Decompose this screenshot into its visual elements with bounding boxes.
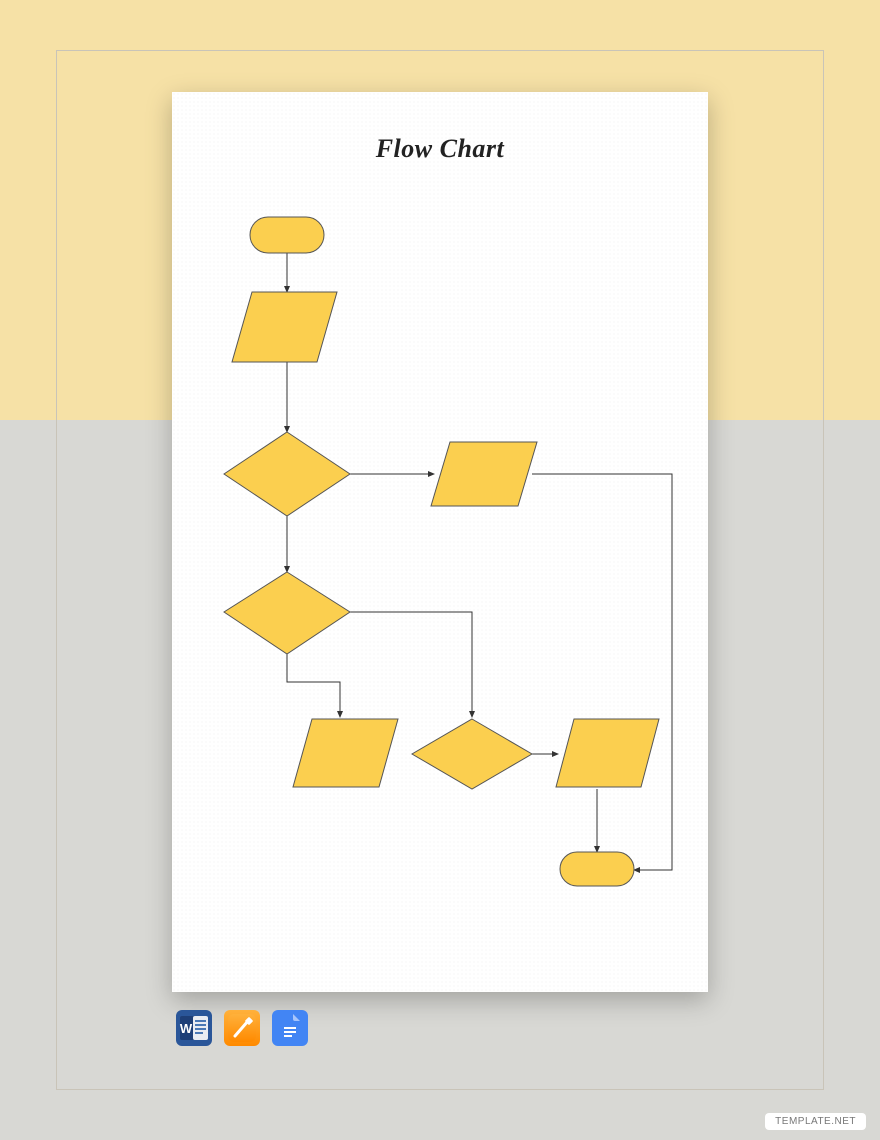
connector [350, 612, 472, 717]
connector [287, 654, 340, 717]
watermark: TEMPLATE.NET [765, 1113, 866, 1130]
format-icons-row: W [176, 1010, 308, 1046]
node-parallelogram [232, 292, 337, 362]
node-decision [224, 572, 350, 654]
node-decision [224, 432, 350, 516]
node-parallelogram [293, 719, 398, 787]
document-page: Flow Chart [172, 92, 708, 992]
pages-icon [224, 1010, 260, 1046]
connector [532, 474, 672, 870]
node-terminator-start [250, 217, 324, 253]
node-parallelogram [556, 719, 659, 787]
svg-text:W: W [180, 1021, 193, 1036]
node-parallelogram [431, 442, 537, 506]
flowchart-diagram [172, 92, 708, 992]
node-terminator-end [560, 852, 634, 886]
google-docs-icon [272, 1010, 308, 1046]
node-decision [412, 719, 532, 789]
word-icon: W [176, 1010, 212, 1046]
